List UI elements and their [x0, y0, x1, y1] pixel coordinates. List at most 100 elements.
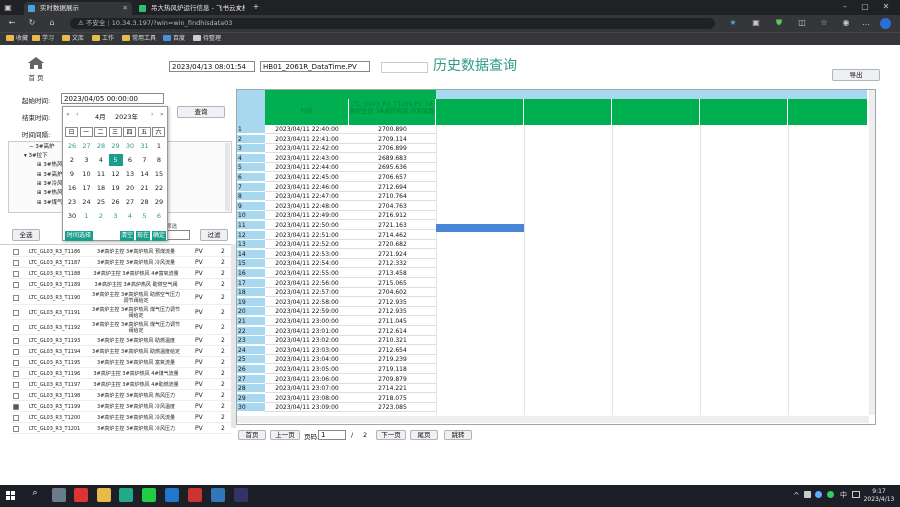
- row-number[interactable]: 15: [237, 259, 265, 269]
- row-checkbox[interactable]: [13, 392, 19, 399]
- table-v-scrollbar[interactable]: [869, 90, 875, 415]
- home-browser-icon[interactable]: ⌂: [46, 16, 58, 30]
- home-nav-button[interactable]: [25, 56, 47, 72]
- back-icon[interactable]: ←: [6, 16, 18, 30]
- remote-desktop-icon[interactable]: [234, 488, 248, 502]
- calendar-day[interactable]: 16: [65, 182, 79, 194]
- row-number[interactable]: 8: [237, 192, 265, 202]
- row-number[interactable]: 22: [237, 326, 265, 336]
- calendar-day[interactable]: 7: [138, 154, 152, 166]
- row-checkbox[interactable]: [13, 425, 19, 432]
- next-month-icon[interactable]: ›: [151, 111, 153, 118]
- time-cell[interactable]: 2023/04/11 22:56:00: [265, 279, 349, 288]
- calendar-day[interactable]: 30: [123, 140, 137, 152]
- prev-month-icon[interactable]: ‹: [76, 111, 78, 118]
- value-cell[interactable]: 2719.239: [349, 355, 436, 365]
- start-icon[interactable]: [6, 491, 15, 500]
- value-cell[interactable]: 2689.683: [349, 154, 436, 163]
- calendar-month[interactable]: 4月: [95, 111, 106, 121]
- time-cell[interactable]: 2023/04/11 22:49:00: [265, 211, 349, 221]
- table-h-scrollbar[interactable]: [237, 416, 869, 423]
- tag-list-row[interactable]: LTC_GL03_R3_T1190 3#高炉主控 3#高炉热风 助燃空气压力调节阀…: [12, 291, 232, 305]
- calendar-day[interactable]: 27: [123, 196, 137, 208]
- bookmark-folder[interactable]: 常用工具: [122, 33, 156, 44]
- wechat-icon[interactable]: [142, 488, 156, 502]
- time-cell[interactable]: 2023/04/11 23:09:00: [265, 403, 349, 413]
- row-number[interactable]: 13: [237, 240, 265, 250]
- calendar-day[interactable]: 26: [65, 140, 79, 152]
- row-number[interactable]: 20: [237, 307, 265, 317]
- row-number[interactable]: 6: [237, 173, 265, 182]
- calendar-day[interactable]: 1: [152, 140, 166, 152]
- value-cell[interactable]: 2714.221: [349, 384, 436, 394]
- calendar-day[interactable]: 28: [138, 196, 152, 208]
- value-cell[interactable]: 2712.694: [349, 183, 436, 192]
- tag-list-row[interactable]: LTC_GL03_R3_T1188 3#高炉主控 3#高炉热风 4#富氧流量 PV 2: [12, 269, 232, 279]
- calendar-day[interactable]: 24: [80, 196, 94, 208]
- tag-list-row[interactable]: LTC_GL03_R3_T1198 3#高炉主控 3#高炉热风 热风压力 PV 2: [12, 391, 232, 401]
- select-all-button[interactable]: 全选: [12, 229, 40, 241]
- taskbar-clock[interactable]: 9:17 2023/4/13: [862, 488, 896, 504]
- row-checkbox[interactable]: [13, 403, 19, 410]
- tag-list-row[interactable]: LTC_GL03_R3_T1197 3#高炉主控 3#高炉热风 4#助燃流量 PV 2: [12, 380, 232, 390]
- time-cell[interactable]: 2023/04/11 22:41:00: [265, 135, 349, 144]
- row-number[interactable]: 11: [237, 221, 265, 230]
- calendar-day[interactable]: 29: [109, 140, 123, 152]
- value-cell[interactable]: 2712.935: [349, 298, 436, 307]
- app-icon[interactable]: [211, 488, 225, 502]
- calendar-day[interactable]: 9: [65, 168, 79, 180]
- extension-icon[interactable]: ▣: [750, 16, 762, 30]
- row-number[interactable]: 25: [237, 355, 265, 365]
- tree-item[interactable]: ⊞ 3#高炉: [37, 171, 62, 179]
- calculator-app-icon[interactable]: [52, 488, 66, 502]
- tag-list-row[interactable]: LTC_GL03_R3_T1200 3#高炉主控 3#高炉热风 冷风流量 PV 2: [12, 413, 232, 423]
- value-cell[interactable]: 2713.458: [349, 269, 436, 278]
- calendar-day[interactable]: 4: [123, 210, 137, 222]
- time-cell[interactable]: 2023/04/11 23:02:00: [265, 336, 349, 346]
- time-cell[interactable]: 2023/04/11 22:44:00: [265, 163, 349, 173]
- tag-list-row[interactable]: LTC_GL03_R3_T1196 3#高炉主控 3#高炉热风 4#煤气流量 PV 2: [12, 369, 232, 379]
- row-number[interactable]: 26: [237, 365, 265, 374]
- time-cell[interactable]: 2023/04/11 23:06:00: [265, 375, 349, 384]
- calendar-day[interactable]: 10: [80, 168, 94, 180]
- bookmark-folder[interactable]: 文库: [62, 33, 84, 44]
- value-cell[interactable]: 2715.065: [349, 279, 436, 288]
- calendar-day[interactable]: 22: [152, 182, 166, 194]
- time-column-header[interactable]: 时间: [265, 99, 349, 125]
- calendar-day[interactable]: 6: [123, 154, 137, 166]
- calendar-day[interactable]: 2: [94, 210, 108, 222]
- search-icon[interactable]: ⌕: [28, 488, 42, 502]
- value-cell[interactable]: 2720.682: [349, 240, 436, 250]
- time-cell[interactable]: 2023/04/11 22:55:00: [265, 269, 349, 278]
- url-field[interactable]: ⚠ 不安全 | 10.34.3.197/?win=win_findhisdata…: [70, 18, 715, 29]
- ok-button[interactable]: 确定: [152, 231, 166, 241]
- row-checkbox[interactable]: [13, 381, 19, 388]
- file-explorer-icon[interactable]: [97, 488, 111, 502]
- calendar-day[interactable]: 12: [109, 168, 123, 180]
- goto-page-button[interactable]: 跳转: [444, 430, 472, 440]
- row-number[interactable]: 30: [237, 403, 265, 413]
- tag-list-row[interactable]: LTC_GL03_R3_T1201 3#高炉主控 3#高炉热风 冷风压力 PV 2: [12, 424, 232, 434]
- bookmark-folder[interactable]: 收藏: [6, 33, 28, 44]
- row-number[interactable]: 3: [237, 144, 265, 154]
- calendar-day[interactable]: 19: [109, 182, 123, 194]
- calendar-day[interactable]: 13: [123, 168, 137, 180]
- tag-list-row[interactable]: LTC_GL03_R3_T1186 3#高炉主控 3#高炉热风 预煤流量 PV 2: [12, 247, 232, 257]
- row-checkbox[interactable]: [13, 359, 19, 366]
- calendar-day[interactable]: 23: [65, 196, 79, 208]
- calendar-day[interactable]: 2: [65, 154, 79, 166]
- last-page-button[interactable]: 尾页: [410, 430, 438, 440]
- row-checkbox[interactable]: [13, 281, 19, 288]
- calendar-day[interactable]: 21: [138, 182, 152, 194]
- time-cell[interactable]: 2023/04/11 22:48:00: [265, 202, 349, 211]
- time-cell[interactable]: 2023/04/11 23:03:00: [265, 346, 349, 355]
- tag-list-row[interactable]: LTC_GL03_R3_T1187 3#高炉主控 3#高炉热风 冷风流量 PV 2: [12, 258, 232, 268]
- value-cell[interactable]: 2721.924: [349, 250, 436, 259]
- calendar-day[interactable]: 5: [138, 210, 152, 222]
- time-cell[interactable]: 2023/04/11 22:51:00: [265, 231, 349, 240]
- selected-cell[interactable]: [436, 224, 524, 232]
- value-cell[interactable]: 2704.602: [349, 288, 436, 298]
- time-cell[interactable]: 2023/04/11 23:00:00: [265, 317, 349, 326]
- next-page-button[interactable]: 下一页: [376, 430, 406, 440]
- value-cell[interactable]: 2695.636: [349, 163, 436, 173]
